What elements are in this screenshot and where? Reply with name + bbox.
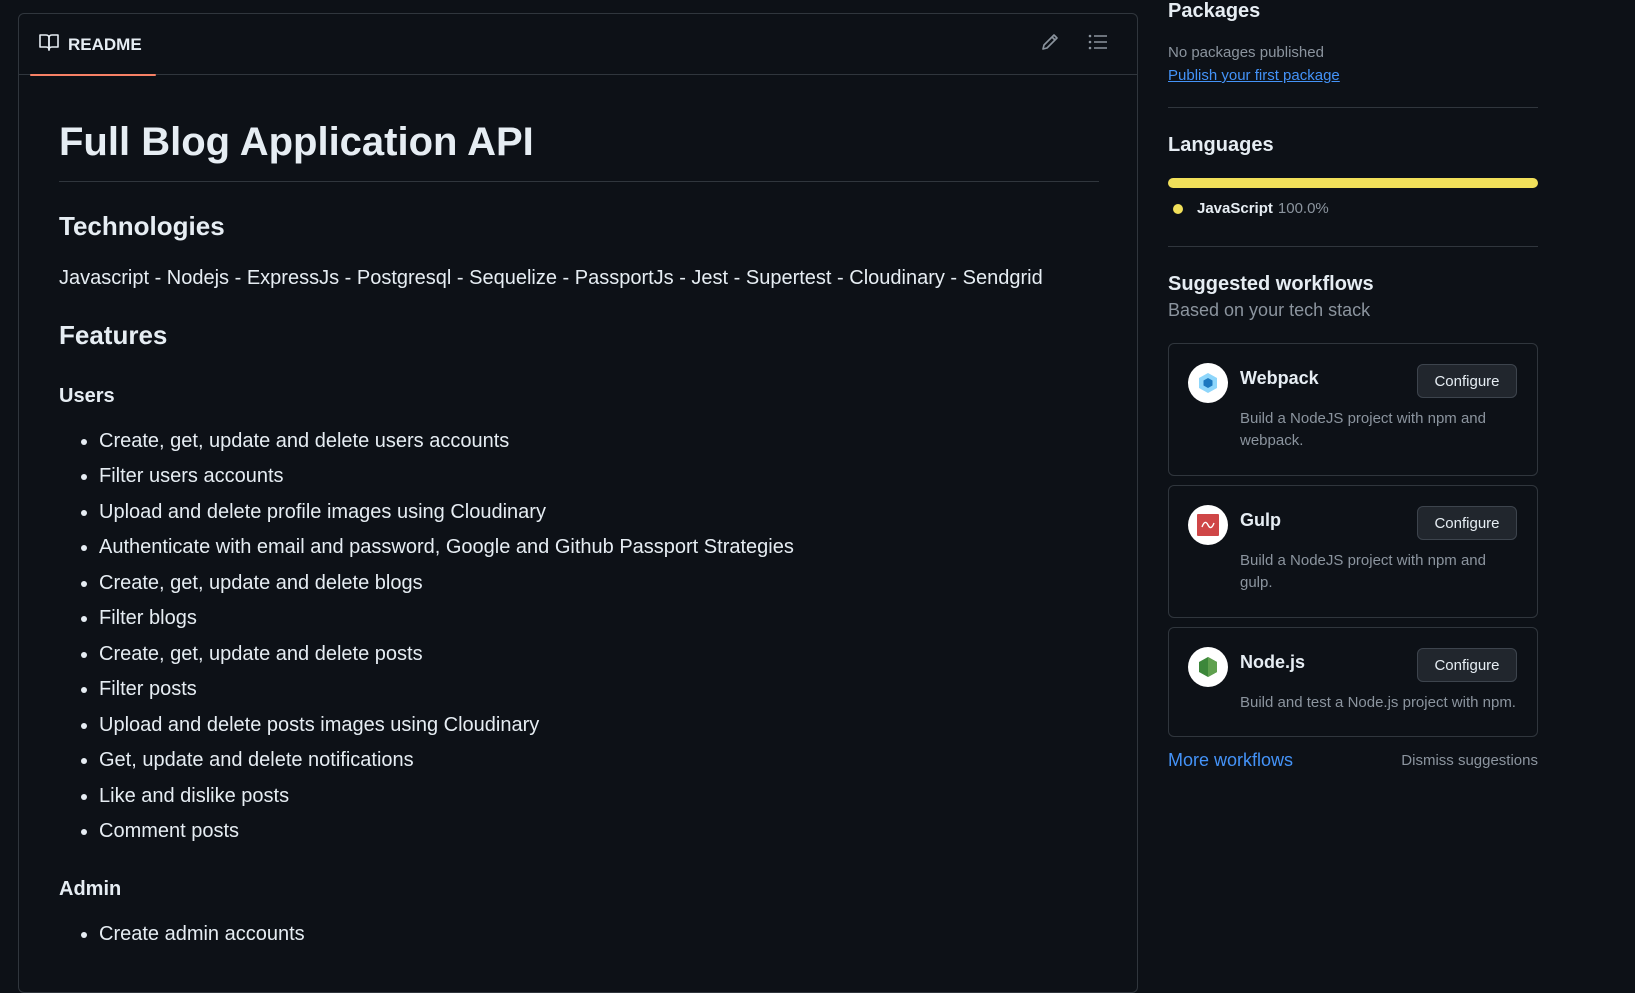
workflow-card-nodejs: Node.js Configure Build and test a Node.… bbox=[1168, 627, 1538, 737]
book-icon bbox=[39, 33, 68, 56]
list-item: Like and dislike posts bbox=[99, 784, 1099, 809]
list-item: Filter users accounts bbox=[99, 464, 1099, 489]
workflows-heading: Suggested workflows bbox=[1168, 273, 1374, 295]
language-item-javascript[interactable]: JavaScript 100.0% bbox=[1173, 200, 1329, 217]
publish-package-link[interactable]: Publish your first package bbox=[1168, 67, 1340, 84]
list-item: Upload and delete posts images using Clo… bbox=[99, 713, 1099, 738]
packages-empty-text: No packages published bbox=[1168, 44, 1324, 61]
workflow-description: Build a NodeJS project with npm and webp… bbox=[1240, 410, 1486, 449]
configure-button-webpack[interactable]: Configure bbox=[1417, 364, 1517, 398]
pencil-icon bbox=[1040, 32, 1060, 57]
workflow-card-gulp: Gulp Configure Build a NodeJS project wi… bbox=[1168, 485, 1538, 618]
readme-title: Full Blog Application API bbox=[59, 117, 1099, 182]
divider bbox=[1168, 246, 1538, 247]
nodejs-logo-icon bbox=[1188, 647, 1228, 687]
workflow-description: Build and test a Node.js project with np… bbox=[1240, 694, 1516, 711]
readme-header: README bbox=[19, 14, 1137, 76]
workflow-name: Node.js bbox=[1240, 652, 1306, 672]
list-item: Upload and delete profile images using C… bbox=[99, 500, 1099, 525]
readme-content: Full Blog Application API Technologies J… bbox=[59, 75, 1099, 958]
workflows-subheading: Based on your tech stack bbox=[1168, 300, 1371, 320]
users-heading: Users bbox=[59, 384, 115, 407]
list-item: Create, get, update and delete posts bbox=[99, 642, 1099, 667]
features-heading: Features bbox=[59, 319, 168, 350]
configure-button-nodejs[interactable]: Configure bbox=[1417, 648, 1517, 682]
tab-readme-label: README bbox=[68, 34, 142, 54]
list-item: Create admin accounts bbox=[99, 922, 1099, 947]
workflow-name: Webpack bbox=[1240, 368, 1319, 388]
list-item: Filter blogs bbox=[99, 606, 1099, 631]
workflow-card-webpack: Webpack Configure Build a NodeJS project… bbox=[1168, 343, 1538, 476]
webpack-logo-icon bbox=[1188, 363, 1228, 403]
list-item: Create, get, update and delete users acc… bbox=[99, 429, 1099, 454]
more-workflows-link[interactable]: More workflows bbox=[1168, 750, 1293, 771]
list-item: Authenticate with email and password, Go… bbox=[99, 535, 1099, 560]
list-item: Filter posts bbox=[99, 677, 1099, 702]
language-percent: 100.0% bbox=[1277, 200, 1329, 217]
packages-heading: Packages bbox=[1168, 0, 1261, 22]
divider bbox=[1168, 107, 1538, 108]
workflow-name: Gulp bbox=[1240, 510, 1281, 530]
readme-panel: README Full Blog Application API Technol… bbox=[18, 13, 1138, 993]
language-dot bbox=[1173, 203, 1183, 214]
edit-button[interactable] bbox=[1037, 31, 1063, 57]
packages-section: Packages bbox=[1168, 0, 1260, 24]
admin-list: Create admin accounts bbox=[59, 922, 1099, 947]
technologies-heading: Technologies bbox=[59, 211, 225, 241]
outline-button[interactable] bbox=[1085, 31, 1111, 57]
list-item: Comment posts bbox=[99, 819, 1099, 844]
dismiss-suggestions-button[interactable]: Dismiss suggestions bbox=[1401, 752, 1538, 769]
technologies-text: Javascript - Nodejs - ExpressJs - Postgr… bbox=[59, 266, 1043, 289]
users-list: Create, get, update and delete users acc… bbox=[59, 429, 1099, 845]
gulp-logo-icon bbox=[1188, 505, 1228, 545]
workflow-description: Build a NodeJS project with npm and gulp… bbox=[1240, 552, 1486, 591]
list-item: Create, get, update and delete blogs bbox=[99, 571, 1099, 596]
list-icon bbox=[1088, 33, 1108, 56]
language-bar bbox=[1168, 178, 1538, 188]
language-name: JavaScript bbox=[1197, 200, 1273, 217]
languages-heading: Languages bbox=[1168, 134, 1274, 156]
admin-heading: Admin bbox=[59, 878, 122, 901]
configure-button-gulp[interactable]: Configure bbox=[1417, 506, 1517, 540]
list-item: Get, update and delete notifications bbox=[99, 748, 1099, 773]
tab-readme[interactable]: README bbox=[30, 14, 156, 76]
